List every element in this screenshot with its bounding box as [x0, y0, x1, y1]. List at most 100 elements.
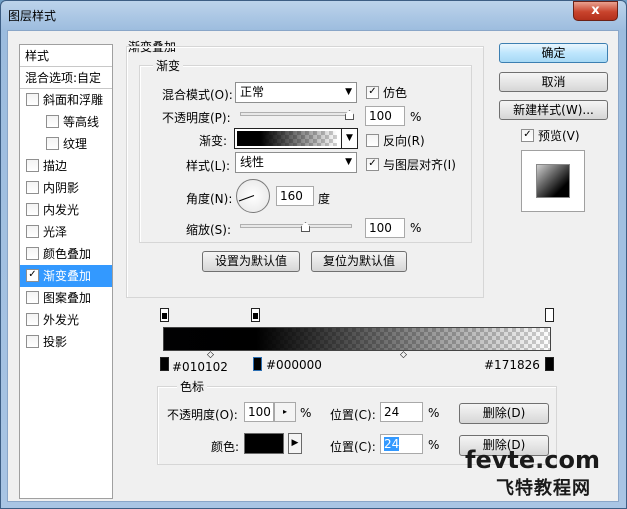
sidebar-item-label: 光泽 — [43, 225, 68, 239]
stop-color-swatch[interactable] — [244, 433, 284, 454]
position-input-1[interactable]: 24 — [380, 402, 423, 422]
stop-opacity-input[interactable]: 100 — [244, 402, 274, 422]
gradient-bar[interactable] — [163, 327, 551, 351]
checkbox-icon[interactable] — [26, 159, 39, 172]
sidebar-item-label: 等高线 — [63, 115, 100, 129]
scale-label: 缩放(S): — [186, 223, 232, 237]
align-checkbox[interactable]: ✓ 与图层对齐(I) — [366, 156, 456, 173]
checkbox-icon[interactable] — [46, 137, 59, 150]
stop-opacity-popup[interactable]: ▸ — [274, 402, 296, 422]
checkbox-icon[interactable] — [26, 247, 39, 260]
ok-button[interactable]: 确定 — [499, 43, 608, 63]
checkbox-icon[interactable] — [26, 335, 39, 348]
sidebar-item[interactable]: 光泽 — [20, 221, 112, 243]
blend-mode-label: 混合模式(O): — [162, 88, 233, 102]
style-label: 样式(L): — [186, 159, 231, 173]
stop-label-1: #010102 — [172, 360, 228, 374]
opacity-slider[interactable] — [240, 112, 352, 116]
checkbox-icon[interactable] — [26, 291, 39, 304]
color-stop-2[interactable] — [253, 357, 262, 371]
stop-color-popup[interactable]: ▶ — [288, 433, 302, 454]
opacity-stop-3[interactable] — [545, 308, 554, 322]
blend-options-item[interactable]: 混合选项:自定 — [20, 67, 112, 89]
scale-slider[interactable] — [240, 224, 352, 228]
sidebar-item-label: 描边 — [43, 159, 68, 173]
watermark-domain: fevte.com — [465, 446, 600, 474]
stop-opacity-label: 不透明度(O): — [167, 408, 238, 422]
angle-unit: 度 — [318, 192, 331, 206]
sidebar-item[interactable]: 等高线 — [20, 111, 112, 133]
midpoint-diamond-1[interactable]: ◇ — [207, 350, 214, 360]
stop-label-3: #171826 — [484, 358, 540, 372]
position-input-2[interactable]: 24 — [380, 434, 423, 454]
midpoint-diamond-2[interactable]: ◇ — [400, 350, 407, 360]
gradient-dropdown-icon[interactable]: ▼ — [341, 129, 357, 148]
opacity-label: 不透明度(P): — [162, 111, 231, 125]
sidebar-item[interactable]: 投影 — [20, 331, 112, 353]
sidebar-item-label: 颜色叠加 — [43, 247, 92, 261]
style-list: 样式 混合选项:自定 斜面和浮雕等高线纹理描边内阴影内发光光泽颜色叠加 ✓ 渐变叠加… — [19, 44, 113, 499]
sidebar-item[interactable]: 纹理 — [20, 133, 112, 155]
angle-dial[interactable] — [236, 179, 270, 213]
sidebar-item[interactable]: 图案叠加 — [20, 287, 112, 309]
sidebar-item[interactable]: 斜面和浮雕 — [20, 89, 112, 111]
sidebar-item-label: 图案叠加 — [43, 291, 92, 305]
angle-input[interactable]: 160 — [276, 186, 314, 206]
position-label-1: 位置(C): — [330, 408, 376, 422]
color-label: 颜色: — [211, 440, 240, 454]
color-stop-1[interactable] — [160, 357, 169, 371]
close-button[interactable]: x — [573, 1, 618, 21]
checkbox-icon[interactable] — [26, 203, 39, 216]
sidebar-item[interactable]: 描边 — [20, 155, 112, 177]
checkbox-icon — [366, 134, 379, 147]
checkbox-icon[interactable] — [26, 225, 39, 238]
new-style-button[interactable]: 新建样式(W)... — [499, 100, 608, 120]
chevron-down-icon: ▼ — [345, 87, 352, 97]
dither-checkbox[interactable]: ✓ 仿色 — [366, 84, 407, 101]
checkbox-icon: ✓ — [366, 158, 379, 171]
checkbox-icon: ✓ — [521, 129, 534, 142]
title-bar[interactable]: 图层样式 x — [0, 0, 627, 30]
gradient-picker[interactable]: ▼ — [234, 128, 358, 149]
sidebar-item-label: 内阴影 — [43, 181, 80, 195]
close-icon: x — [591, 3, 600, 18]
sidebar-item[interactable]: 内发光 — [20, 199, 112, 221]
checkbox-icon[interactable] — [46, 115, 59, 128]
scale-input[interactable]: 100 — [365, 218, 405, 238]
chevron-down-icon: ▼ — [345, 157, 352, 167]
style-preview — [521, 150, 585, 212]
scale-unit: % — [410, 221, 422, 235]
checkbox-icon[interactable]: ✓ — [26, 269, 39, 282]
sidebar-item-label: 内发光 — [43, 203, 80, 217]
window-title: 图层样式 — [8, 9, 57, 23]
blend-mode-select[interactable]: 正常 ▼ — [235, 82, 357, 103]
cancel-button[interactable]: 取消 — [499, 72, 608, 92]
stop-label-2: #000000 — [266, 358, 322, 372]
sidebar-item[interactable]: 外发光 — [20, 309, 112, 331]
sidebar-item-label: 投影 — [43, 335, 68, 349]
watermark-site-name: 飞特教程网 — [496, 478, 591, 499]
opacity-input[interactable]: 100 — [365, 106, 405, 126]
sidebar-item[interactable]: ✓ 渐变叠加 — [20, 265, 112, 287]
preview-checkbox[interactable]: ✓ 预览(V) — [521, 127, 580, 144]
opacity-stop-2[interactable] — [251, 308, 260, 322]
checkbox-icon[interactable] — [26, 93, 39, 106]
style-select[interactable]: 线性 ▼ — [235, 152, 357, 173]
reverse-checkbox[interactable]: 反向(R) — [366, 132, 425, 149]
opacity-stop-1[interactable] — [160, 308, 169, 322]
color-stop-title: 色标 — [177, 378, 208, 395]
preview-swatch — [537, 165, 569, 197]
styles-header[interactable]: 样式 — [20, 45, 112, 67]
gradient-group-title: 渐变 — [153, 57, 184, 74]
angle-label: 角度(N): — [186, 192, 233, 206]
checkbox-icon[interactable] — [26, 181, 39, 194]
delete-opacity-stop-button[interactable]: 删除(D) — [459, 403, 549, 424]
sidebar-item[interactable]: 内阴影 — [20, 177, 112, 199]
checkbox-icon[interactable] — [26, 313, 39, 326]
sidebar-item-label: 纹理 — [63, 137, 88, 151]
color-stop-3[interactable] — [545, 357, 554, 371]
reset-default-button[interactable]: 复位为默认值 — [311, 251, 407, 272]
set-default-button[interactable]: 设置为默认值 — [202, 251, 300, 272]
position-unit-2: % — [428, 438, 440, 452]
sidebar-item[interactable]: 颜色叠加 — [20, 243, 112, 265]
